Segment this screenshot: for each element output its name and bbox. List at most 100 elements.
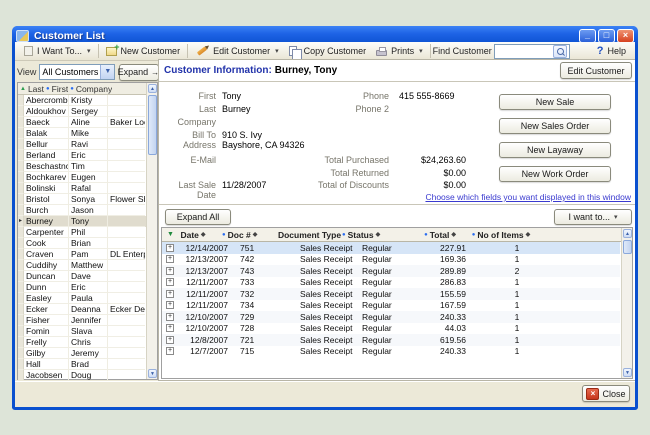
transaction-row[interactable]: 12/11/2007 733 Sales Receipt Regular 286… [162, 277, 620, 289]
chevron-down-icon[interactable]: ▼ [100, 65, 114, 79]
transaction-rows: 12/14/2007 751 Sales Receipt Regular 227… [162, 242, 620, 358]
transaction-row[interactable]: 12/14/2007 751 Sales Receipt Regular 227… [162, 242, 620, 254]
expand-row-icon[interactable] [166, 313, 174, 321]
customer-row[interactable]: Balak Mike [18, 128, 147, 139]
close-button[interactable]: × Close [582, 385, 630, 402]
customer-row[interactable]: Fisher Jennifer [18, 315, 147, 326]
expand-row-icon[interactable] [166, 324, 174, 332]
view-label: View [17, 67, 36, 77]
transaction-scrollbar[interactable]: ▲ ▼ [621, 228, 632, 378]
column-header[interactable]: Last [18, 83, 44, 94]
expand-row-icon[interactable] [166, 267, 174, 275]
expand-row-icon[interactable] [166, 244, 174, 252]
new-sales-order-button[interactable]: New Sales Order [499, 118, 611, 134]
customer-row[interactable]: Frelly Chris [18, 337, 147, 348]
filter-icon[interactable]: ● [222, 232, 226, 238]
customer-row[interactable]: Craven Pam DL Enterpri... [18, 249, 147, 260]
find-customer-input[interactable] [495, 45, 553, 58]
scrollbar-thumb[interactable] [148, 95, 157, 155]
scroll-up-icon[interactable]: ▲ [148, 84, 157, 93]
edit-customer-button[interactable]: Edit Customer ▾ [190, 43, 284, 60]
column-header[interactable]: ● Total ◆ [402, 230, 456, 240]
filter-icon[interactable]: ● [472, 232, 476, 238]
column-sort-filter-icon[interactable] [46, 86, 50, 92]
column-header[interactable]: First [44, 83, 68, 94]
transaction-row[interactable]: 12/7/2007 715 Sales Receipt Regular 240.… [162, 346, 620, 358]
scroll-down-icon[interactable]: ▼ [623, 368, 632, 377]
sort-icon[interactable]: ◆ [201, 231, 206, 238]
expand-row-icon[interactable] [166, 336, 174, 344]
scrollbar-thumb[interactable] [623, 240, 632, 254]
customer-row[interactable]: Carpenter Phil [18, 227, 147, 238]
customer-row[interactable]: Bochkarev Eugen [18, 172, 147, 183]
funnel-filter-icon[interactable]: ▼ [167, 231, 174, 238]
copy-customer-button[interactable]: Copy Customer [284, 43, 372, 60]
column-header[interactable]: ● Status ◆ [342, 230, 402, 240]
expand-button[interactable]: Expand → [119, 64, 159, 81]
customer-row[interactable]: Ecker Deanna Ecker Designs [18, 304, 147, 315]
customer-row[interactable]: Gilby Jeremy [18, 348, 147, 359]
view-dropdown[interactable]: All Customers ▼ [39, 64, 115, 80]
customer-row[interactable]: Bristol Sonya Flower Sho... [18, 194, 147, 205]
customer-row[interactable]: Jacobsen Doug [18, 370, 147, 380]
new-sale-button[interactable]: New Sale [499, 94, 611, 110]
expand-row-icon[interactable] [166, 278, 174, 286]
customer-row[interactable]: Aldoukhov Sergey [18, 106, 147, 117]
customer-row[interactable]: Berland Eric [18, 150, 147, 161]
column-header[interactable]: Company [68, 83, 112, 94]
transaction-row[interactable]: 12/13/2007 743 Sales Receipt Regular 289… [162, 265, 620, 277]
column-sort-filter-icon[interactable] [20, 86, 26, 92]
customer-row[interactable]: Beschastnov Tim [18, 161, 147, 172]
transaction-row[interactable]: 12/11/2007 734 Sales Receipt Regular 167… [162, 300, 620, 312]
new-layaway-button[interactable]: New Layaway [499, 142, 611, 158]
customer-row[interactable]: Burch Jason [18, 205, 147, 216]
column-header[interactable]: ● No of Items ◆ [456, 230, 546, 240]
customer-row[interactable]: Fomin Slava [18, 326, 147, 337]
customer-row[interactable]: Baeck Aline Baker Lock... [18, 117, 147, 128]
expand-row-icon[interactable] [166, 290, 174, 298]
field-value: $24,263.60 [379, 155, 466, 165]
customer-list-scrollbar[interactable]: ▲ ▼ [146, 83, 157, 379]
customer-row[interactable]: Cuddihy Matthew [18, 260, 147, 271]
sort-icon[interactable]: ◆ [526, 231, 531, 238]
customer-row[interactable]: Duncan Dave [18, 271, 147, 282]
customer-row[interactable]: Bolinski Rafal [18, 183, 147, 194]
expand-row-icon[interactable] [166, 301, 174, 309]
customer-list-grid: Last First Company [17, 82, 158, 380]
new-work-order-button[interactable]: New Work Order [499, 166, 611, 182]
customer-row[interactable]: Hall Brad [18, 359, 147, 370]
transaction-row[interactable]: 12/11/2007 732 Sales Receipt Regular 155… [162, 288, 620, 300]
i-want-to-button[interactable]: I Want To... ▾ [19, 43, 96, 60]
transaction-row[interactable]: 12/8/2007 721 Sales Receipt Regular 619.… [162, 334, 620, 346]
customer-row[interactable]: Cook Brian [18, 238, 147, 249]
i-want-to-dropdown-button[interactable]: I want to... ▾ [554, 209, 632, 225]
customer-row[interactable]: Abercrombie Kristy [18, 95, 147, 106]
customer-row[interactable]: Bellur Ravi [18, 139, 147, 150]
scroll-down-icon[interactable]: ▼ [148, 369, 157, 378]
filter-icon[interactable]: ● [342, 232, 346, 238]
expand-all-button[interactable]: Expand All [165, 209, 231, 225]
filter-icon[interactable]: ● [424, 232, 428, 238]
edit-customer-panel-button[interactable]: Edit Customer [560, 62, 632, 79]
column-sort-filter-icon[interactable] [70, 86, 74, 92]
customer-row[interactable]: Dunn Eric [18, 282, 147, 293]
scroll-up-icon[interactable]: ▲ [623, 229, 632, 238]
field-label: Phone [299, 91, 389, 101]
transaction-row[interactable]: 12/13/2007 742 Sales Receipt Regular 169… [162, 254, 620, 266]
expand-row-icon[interactable] [166, 255, 174, 263]
column-header[interactable]: ● Document Type ◆ [278, 230, 342, 240]
field-value: $0.00 [379, 168, 466, 178]
new-customer-button[interactable]: New Customer [101, 43, 186, 60]
choose-fields-link[interactable]: Choose which fields you want displayed i… [425, 192, 631, 202]
transaction-row[interactable]: 12/10/2007 728 Sales Receipt Regular 44.… [162, 323, 620, 335]
sort-icon[interactable]: ◆ [376, 231, 381, 238]
search-icon[interactable] [553, 45, 567, 58]
expand-row-icon[interactable] [166, 347, 174, 355]
transaction-row[interactable]: 12/10/2007 729 Sales Receipt Regular 240… [162, 311, 620, 323]
customer-row[interactable]: Easley Paula [18, 293, 147, 304]
help-button[interactable]: ? Help [592, 43, 631, 60]
column-header[interactable]: ● Doc # ◆ [222, 230, 278, 240]
prints-button[interactable]: Prints ▾ [371, 43, 428, 60]
sort-icon[interactable]: ◆ [253, 231, 258, 238]
customer-row[interactable]: Burney Tony [18, 216, 147, 227]
